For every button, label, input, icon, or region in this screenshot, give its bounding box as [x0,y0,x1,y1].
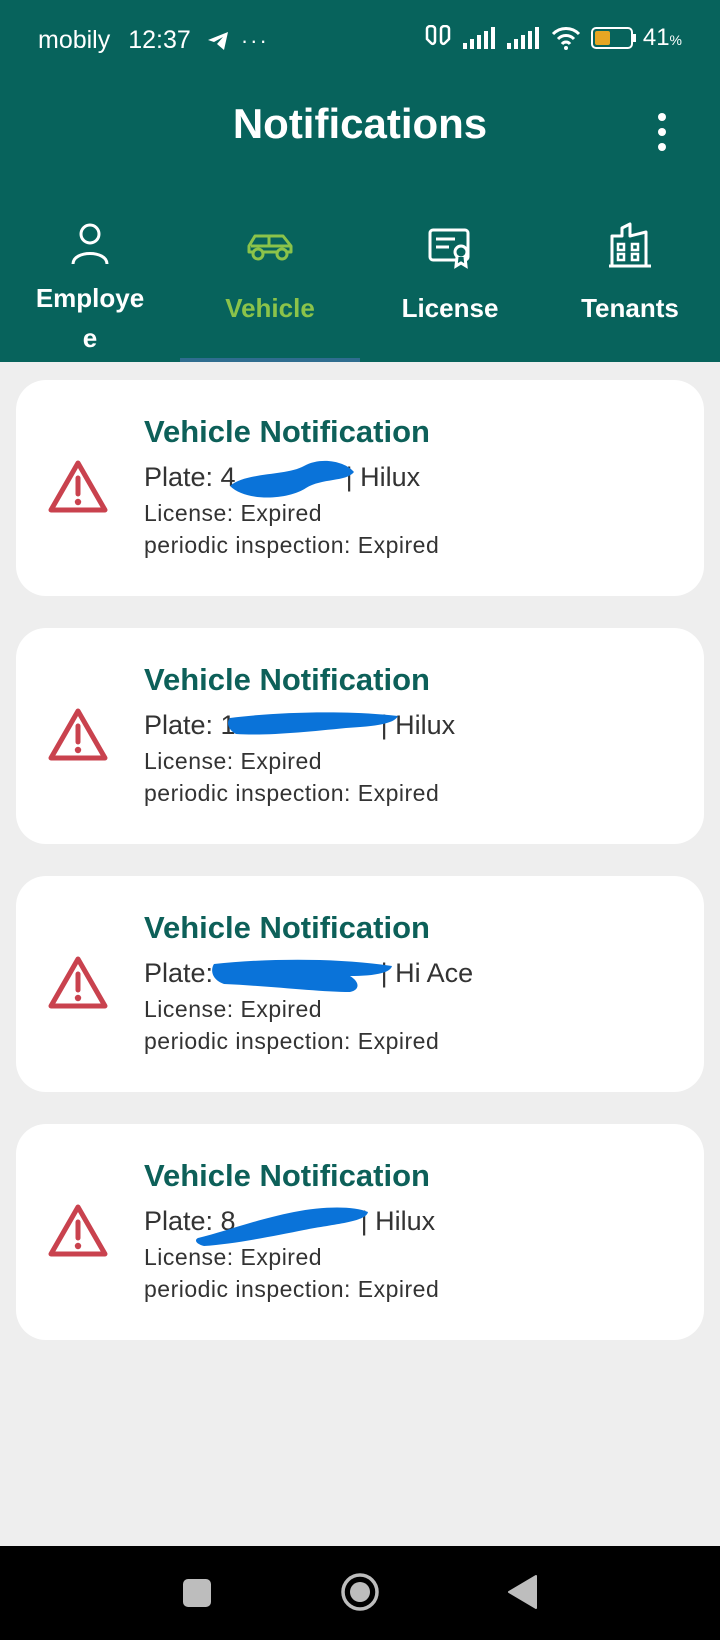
tab-label: Vehicle [225,293,315,323]
redaction-mark [212,959,392,992]
tab-vehicle[interactable]: Vehicle [180,210,360,362]
warning-icon [48,956,108,1009]
notification-title: Vehicle Notification [144,1158,430,1193]
page-title: Notifications [232,100,488,147]
notification-card[interactable]: Vehicle Notification Plate: 1 | Hilux Lic… [16,628,704,844]
notification-title: Vehicle Notification [144,414,430,449]
person-icon [71,223,109,265]
notification-card[interactable]: Vehicle Notification Plate: 4 | Hilux Lic… [16,380,704,596]
license-status: License: Expired [144,996,323,1022]
redaction-mark [228,712,398,735]
battery-percentage: 41% [642,24,682,51]
warning-icon [48,708,108,761]
signal-icon-1 [462,27,495,49]
inspection-status: periodic inspection: Expired [144,1028,440,1054]
app-header: mobily 12:37 ··· 41% Notifications Emplo… [0,0,720,362]
status-bar: mobily 12:37 ··· 41% [0,0,720,80]
active-tab-indicator [180,358,360,362]
notification-title: Vehicle Notification [144,662,430,697]
tab-tenants[interactable]: Tenants [540,210,720,362]
car-icon [247,234,293,261]
plate-label: Plate: 1 [144,710,236,740]
redaction-mark [196,1207,368,1246]
tab-label: Employe e [35,283,145,353]
inspection-status: periodic inspection: Expired [144,780,440,806]
license-status: License: Expired [144,500,323,526]
notification-card[interactable]: Vehicle Notification Plate: d | Hi Ace Li… [16,876,704,1092]
tab-label: License [401,293,499,323]
status-time: 12:37 [128,26,191,54]
wifi-icon [551,27,580,50]
inspection-status: periodic inspection: Expired [144,1276,440,1302]
warning-icon [48,1204,108,1257]
category-tabs: Employe e Vehicle License Tenants [0,210,720,362]
tab-label: Tenants [581,293,679,323]
home-button[interactable] [340,1572,380,1612]
plate-label: Plate: 4 [144,462,236,492]
battery-icon [590,27,636,49]
license-status: License: Expired [144,748,323,774]
building-icon [609,222,651,268]
more-notifications-icon: ··· [240,27,269,53]
license-icon [428,228,470,269]
signal-icon-2 [506,27,539,49]
overflow-menu-icon[interactable] [652,112,672,152]
carrier-name: mobily [38,26,111,54]
tab-license[interactable]: License [360,210,540,362]
tab-employee[interactable]: Employe e [0,210,180,362]
back-button[interactable] [506,1574,538,1610]
recents-button[interactable] [182,1578,212,1608]
inspection-status: periodic inspection: Expired [144,532,440,558]
notification-title: Vehicle Notification [144,910,430,945]
system-nav-bar [0,1546,720,1640]
warning-icon [48,460,108,513]
notification-card[interactable]: Vehicle Notification Plate: 8 | Hilux Lic… [16,1124,704,1340]
license-status: License: Expired [144,1244,323,1270]
telegram-icon [207,31,228,50]
redaction-mark [230,460,354,498]
vibrate-icon [425,25,451,46]
